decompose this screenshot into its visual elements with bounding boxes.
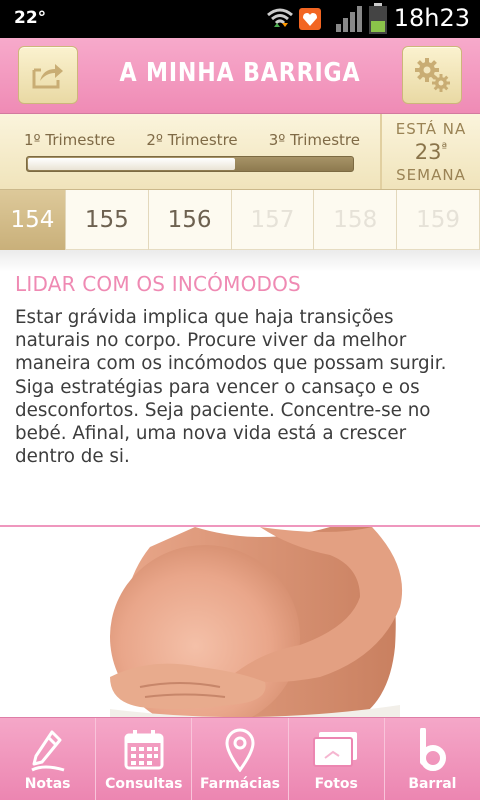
- nav-consultas[interactable]: Consultas: [96, 718, 193, 800]
- day-156[interactable]: 156: [149, 190, 232, 250]
- trimester-bar: 1º Trimestre 2º Trimestre 3º Trimestre E…: [0, 114, 480, 190]
- nav-label-barral: Barral: [408, 776, 457, 792]
- status-temperature: 22°: [14, 8, 47, 28]
- barral-logo-icon: [420, 728, 447, 771]
- content-shadow: [0, 250, 480, 272]
- location-pin-icon: [225, 728, 255, 772]
- nav-fotos[interactable]: Fotos: [289, 718, 385, 800]
- belly-illustration: [110, 527, 403, 717]
- status-bar: 22° 18h23: [0, 0, 480, 38]
- week-prefix: ESTÁ NA: [395, 120, 467, 138]
- trimester-3-label: 3º Trimestre: [268, 131, 360, 149]
- day-155[interactable]: 155: [66, 190, 149, 250]
- pregnancy-progress-bar: [26, 156, 354, 172]
- day-158: 158: [314, 190, 398, 250]
- current-week-box: ESTÁ NA 23ª SEMANA: [382, 114, 480, 189]
- day-selector: 154 155 156 157 158 159: [0, 190, 480, 250]
- battery-icon: [369, 3, 387, 34]
- day-154[interactable]: 154: [0, 190, 66, 250]
- week-number: 23ª: [414, 140, 448, 164]
- calendar-icon: [124, 730, 164, 770]
- signal-icon: [336, 6, 362, 32]
- trimester-1-label: 1º Trimestre: [24, 131, 116, 149]
- nav-label-farmacias: Farmácias: [200, 776, 281, 792]
- gear-icon: [415, 58, 450, 92]
- pregnant-belly-photo: [0, 527, 480, 717]
- wifi-icon: [267, 8, 293, 27]
- nav-notas[interactable]: Notas: [0, 718, 97, 800]
- pregnancy-progress-fill: [28, 158, 235, 170]
- nav-label-consultas: Consultas: [105, 776, 183, 792]
- pencil-icon: [30, 730, 65, 772]
- article-title: LIDAR COM OS INCÓMODOS: [15, 272, 301, 296]
- day-159: 159: [397, 190, 480, 250]
- share-icon: [32, 64, 63, 89]
- day-157: 157: [232, 190, 315, 250]
- bottom-navigation: Notas Consultas Farmácias Fotos Barral: [0, 717, 480, 800]
- nav-label-notas: Notas: [24, 776, 71, 792]
- photo-icon: [313, 732, 358, 767]
- app-header: A MINHA BARRIGA: [0, 38, 480, 114]
- status-time: 18h23: [393, 4, 470, 32]
- settings-button[interactable]: [402, 46, 462, 104]
- nav-farmacias[interactable]: Farmácias: [192, 718, 289, 800]
- week-suffix: SEMANA: [396, 166, 466, 184]
- app-title: A MINHA BARRIGA: [119, 58, 361, 88]
- nav-barral[interactable]: Barral: [385, 718, 480, 800]
- article-body: Estar grávida implica que haja transiçõe…: [15, 307, 447, 468]
- nav-label-fotos: Fotos: [314, 776, 358, 792]
- trimester-2-label: 2º Trimestre: [146, 131, 238, 149]
- share-button[interactable]: [18, 46, 78, 104]
- notification-icon: [299, 8, 321, 30]
- trimester-labels: 1º Trimestre 2º Trimestre 3º Trimestre: [24, 131, 360, 149]
